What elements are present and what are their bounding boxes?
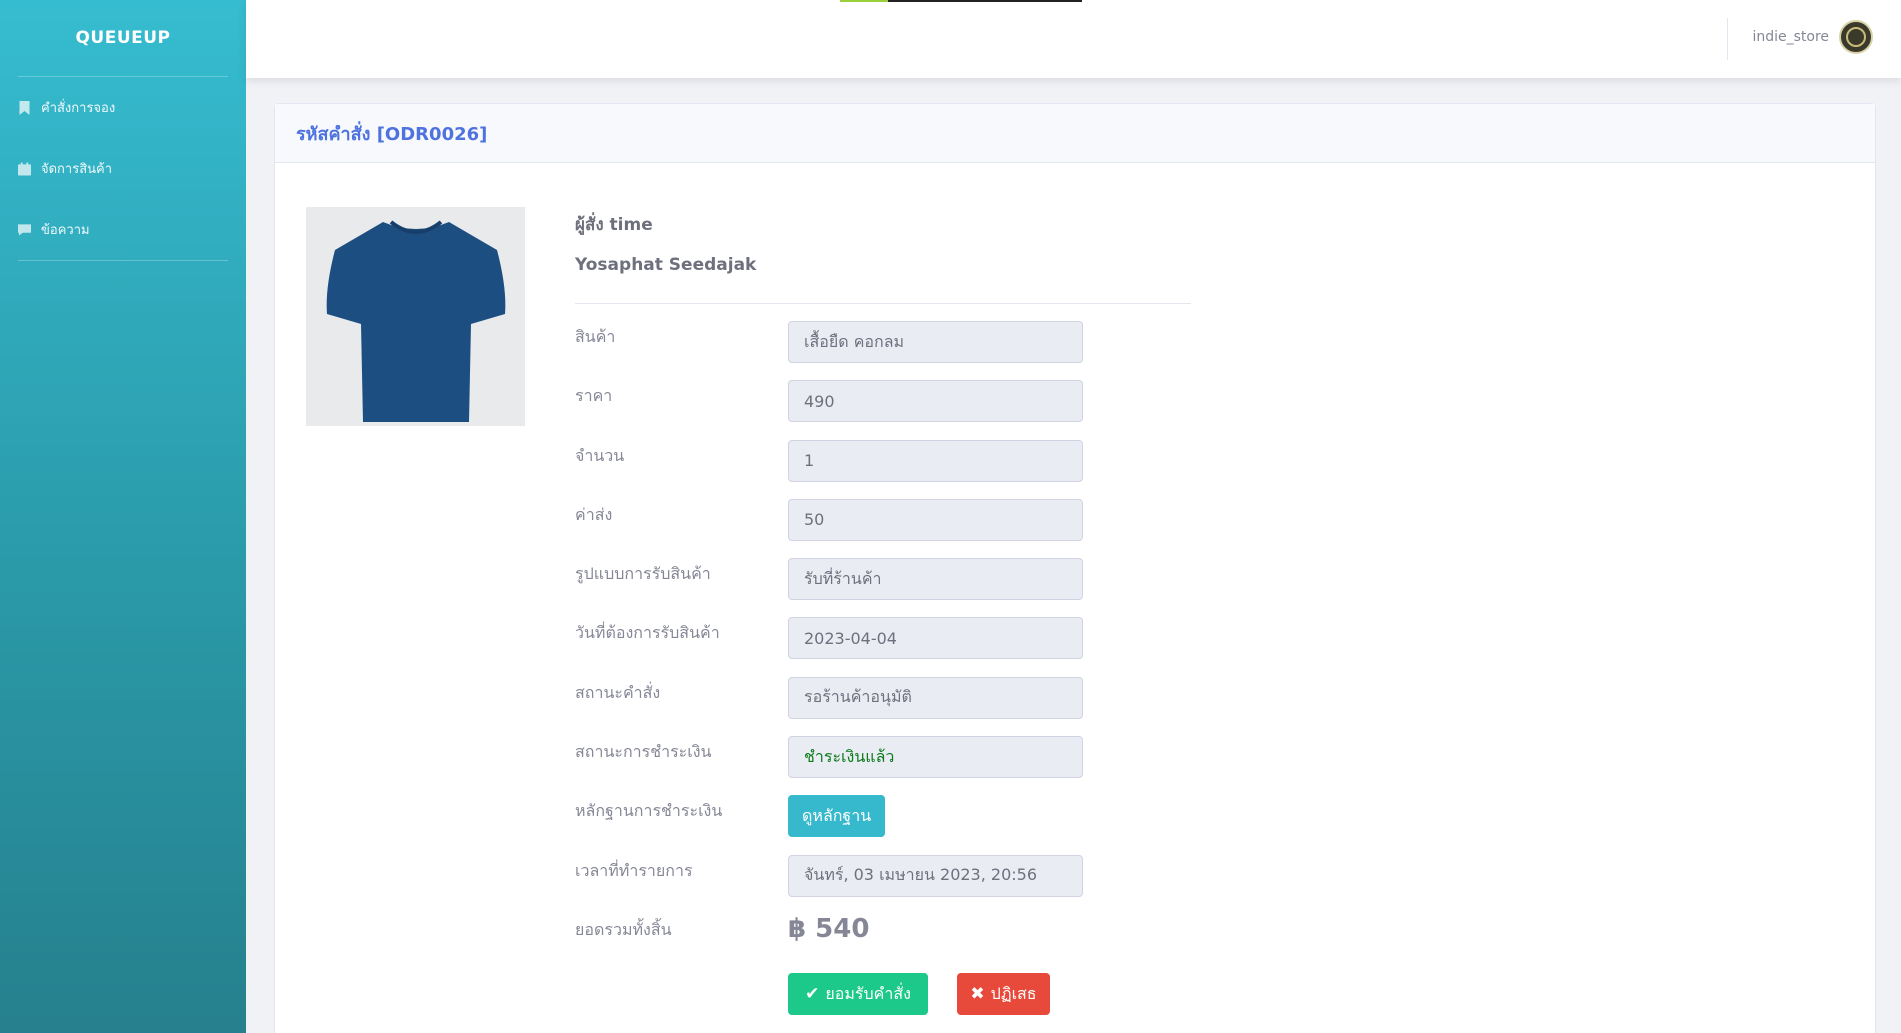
field-label: ค่าส่ง: [575, 504, 613, 524]
user-menu[interactable]: indie_store: [1752, 20, 1873, 54]
username: indie_store: [1752, 29, 1829, 45]
avatar[interactable]: [1839, 20, 1873, 54]
field-label: หลักฐานการชำระเงิน: [575, 801, 723, 821]
field-label: เวลาที่ทำรายการ: [575, 860, 693, 880]
field-row-payment-proof: หลักฐานการชำระเงิน ดูหลักฐาน: [575, 795, 1191, 854]
order-detail-card: รหัสคำสั่ง [ODR0026] ผู้สั่ง time Yosaph…: [274, 103, 1876, 1033]
field-row-price: ราคา 490: [575, 380, 1191, 439]
comment-icon: [18, 223, 31, 236]
bookmark-icon: [19, 100, 30, 115]
field-label: จำนวน: [575, 445, 625, 465]
field-row-shipping: ค่าส่ง 50: [575, 498, 1191, 558]
sidebar-item-label: จัดการสินค้า: [41, 162, 113, 177]
field-row-order-status: สถานะคำสั่ง รอร้านค้าอนุมัติ: [575, 676, 1191, 736]
price-field: 490: [788, 380, 1083, 423]
topbar: indie_store: [246, 0, 1901, 78]
product-field: เสื้อยืด คอกลม: [788, 321, 1083, 363]
field-row-payment-status: สถานะการชำระเงิน ชำระเงินแล้ว: [575, 736, 1191, 795]
sidebar-item-products[interactable]: จัดการสินค้า: [0, 138, 246, 199]
view-proof-button[interactable]: ดูหลักฐาน: [788, 795, 886, 838]
field-label: ราคา: [575, 386, 613, 406]
sidebar-item-label: คำสั่งการจอง: [41, 101, 116, 116]
field-row-pickup-date: วันที่ต้องการรับสินค้า 2023-04-04: [575, 617, 1191, 676]
field-label: สถานะคำสั่ง: [575, 682, 661, 702]
shipping-fee-field: 50: [788, 498, 1083, 541]
product-image: [306, 207, 525, 426]
quantity-field: 1: [788, 439, 1083, 482]
order-title: รหัสคำสั่ง [ODR0026]: [275, 104, 1875, 163]
page-loading-bar: [840, 0, 1082, 2]
close-icon: ✖: [970, 984, 985, 1004]
brand-logo[interactable]: QUEUEUP: [0, 0, 246, 76]
field-row-quantity: จำนวน 1: [575, 439, 1191, 499]
details-divider: [575, 303, 1191, 304]
sidebar-item-label: ข้อความ: [41, 223, 90, 238]
field-row-pickup-method: รูปแบบการรับสินค้า รับที่ร้านค้า: [575, 558, 1191, 617]
total-amount: ฿ 540: [788, 913, 870, 944]
pickup-method-field: รับที่ร้านค้า: [788, 558, 1083, 601]
field-row-transaction-time: เวลาที่ทำรายการ จันทร์, 03 เมษายน 2023, …: [575, 854, 1191, 914]
calendar-icon: [18, 162, 31, 175]
sidebar-item-orders[interactable]: คำสั่งการจอง: [0, 77, 246, 138]
check-icon: ✔: [805, 984, 820, 1004]
reject-order-label: ปฏิเสธ: [990, 983, 1037, 1003]
accept-order-button[interactable]: ✔ ยอมรับคำสั่ง: [788, 973, 928, 1015]
field-label: รูปแบบการรับสินค้า: [575, 564, 711, 584]
topbar-divider: [1727, 18, 1728, 60]
sidebar-divider: [18, 260, 228, 261]
field-label: ยอดรวมทั้งสิ้น: [575, 919, 672, 939]
field-label: สินค้า: [575, 327, 616, 346]
sidebar: QUEUEUP คำสั่งการจอง จัดการสินค้า ข้อควา…: [0, 0, 246, 1033]
field-label: สถานะการชำระเงิน: [575, 742, 712, 762]
field-row-total: ยอดรวมทั้งสิ้น ฿ 540: [575, 914, 1191, 973]
order-actions: ✔ ยอมรับคำสั่ง ✖ ปฏิเสธ: [788, 973, 1050, 1015]
orderer-name: Yosaphat Seedajak: [575, 255, 757, 275]
pickup-date-field: 2023-04-04: [788, 617, 1083, 660]
field-label: วันที่ต้องการรับสินค้า: [575, 623, 720, 643]
tshirt-image: [326, 219, 505, 422]
transaction-time-field: จันทร์, 03 เมษายน 2023, 20:56: [788, 854, 1083, 897]
order-status-field: รอร้านค้าอนุมัติ: [788, 676, 1083, 719]
order-details: ผู้สั่ง time Yosaphat Seedajak สินค้า เส…: [575, 207, 1191, 973]
field-row-product: สินค้า เสื้อยืด คอกลม: [575, 321, 1191, 380]
reject-order-button[interactable]: ✖ ปฏิเสธ: [957, 973, 1050, 1015]
orderer-label: ผู้สั่ง time: [575, 215, 653, 235]
accept-order-label: ยอมรับคำสั่ง: [825, 983, 911, 1003]
sidebar-item-messages[interactable]: ข้อความ: [0, 199, 246, 260]
payment-status-field: ชำระเงินแล้ว: [788, 736, 1083, 779]
